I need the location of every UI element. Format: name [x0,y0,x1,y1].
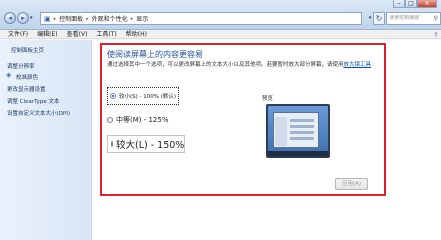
breadcrumb-display[interactable]: 显示 [136,14,148,23]
preview-line [290,131,314,134]
breadcrumb-appearance[interactable]: 外观和个性化 [92,14,128,23]
breadcrumb-chevron-icon: ▸ [86,15,89,22]
sidebar-item-calibrate-color[interactable]: 校准颜色 [16,73,38,81]
preview-line [290,137,314,140]
option-medium[interactable]: 中等(M) - 125% [107,111,169,129]
close-button[interactable]: ✕ [417,0,437,8]
page-description: 通过选择其中一个选项，可以更改屏幕上的文本大小以及其他项。若要暂时放大部分屏幕，… [107,60,371,68]
back-button[interactable]: ◂ [4,12,16,24]
apply-button[interactable]: 应用(A) [335,178,368,190]
preview-image [266,104,330,158]
description-text: 通过选择其中一个选项，可以更改屏幕上的文本大小以及其他项。若要暂时放大部分屏幕，… [107,62,344,68]
radio-smaller[interactable] [110,93,116,99]
search-placeholder: 搜索控制面板 [389,15,420,21]
option-larger[interactable]: 较大(L) - 150% [107,135,185,153]
magnifier-link[interactable]: 放大镜工具 [344,62,372,68]
maximize-button[interactable]: □ [405,0,417,8]
forward-button[interactable]: ▸ [17,12,29,24]
breadcrumb-control-panel[interactable]: 控制面板 [59,14,83,23]
sidebar-item-custom-dpi[interactable]: 设置自定义文本大小(DPI) [7,109,70,117]
radio-larger[interactable] [111,141,113,147]
menu-help[interactable]: 帮助(H) [126,30,147,38]
breadcrumb-chevron-icon: ▸ [130,15,134,22]
sidebar: 控制面板主页 调整分辨率 ◈ 校准颜色 更改显示器设置 调整 ClearType… [0,40,92,240]
menu-file[interactable]: 文件(F) [8,30,28,38]
menu-edit[interactable]: 编辑(E) [37,30,57,38]
preview-line [290,125,314,128]
preview-window [273,112,319,148]
refresh-button[interactable]: ↻ [373,12,385,25]
sidebar-home-link[interactable]: 控制面板主页 [11,46,44,54]
menu-tools[interactable]: 工具(T) [96,30,116,38]
preview-line [290,119,314,122]
search-input[interactable]: 搜索控制面板 ⚲ [386,12,441,25]
breadcrumb-chevron-icon: ▸ [53,15,57,22]
option-smaller-label: 较小(S) - 100% (默认) [118,94,176,100]
sidebar-item-display-settings[interactable]: 更改显示器设置 [7,85,46,93]
preview-taskbar [268,151,328,156]
minimize-button[interactable]: – [393,0,405,8]
address-bar[interactable]: ▣ ▸ 控制面板 ▸ 外观和个性化 ▸ 显示 [40,12,362,25]
help-icon[interactable]: ? [432,32,440,39]
radio-medium[interactable] [107,117,113,123]
menu-bar: 文件(F) 编辑(E) 查看(V) 工具(T) 帮助(H) [0,30,441,39]
page-title: 使阅读屏幕上的内容更容易 [107,50,203,59]
sidebar-item-resolution[interactable]: 调整分辨率 [7,62,35,70]
text-size-options: 较小(S) - 100% (默认) 中等(M) - 125% 较大(L) - 1… [107,84,225,164]
menu-view[interactable]: 查看(V) [67,30,88,38]
recent-pages-dropdown[interactable]: ▾ [30,15,33,21]
shield-icon: ◈ [6,71,12,79]
preview-pane [275,117,287,146]
search-icon[interactable]: ⚲ [434,13,438,24]
control-panel-icon: ▣ [44,14,51,23]
option-larger-label: 较大(L) - 150% [116,140,185,151]
option-smaller[interactable]: 较小(S) - 100% (默认) [107,87,179,105]
preview-label: 预览 [262,96,274,102]
option-medium-label: 中等(M) - 125% [116,116,169,124]
window-controls: – □ ✕ [393,0,437,8]
title-bar: ◂ ▸ ▾ ▣ ▸ 控制面板 ▸ 外观和个性化 ▸ 显示 ▾ ↻ 搜索控制面板 … [0,0,441,30]
sidebar-item-cleartype[interactable]: 调整 ClearType 文本 [7,97,60,105]
